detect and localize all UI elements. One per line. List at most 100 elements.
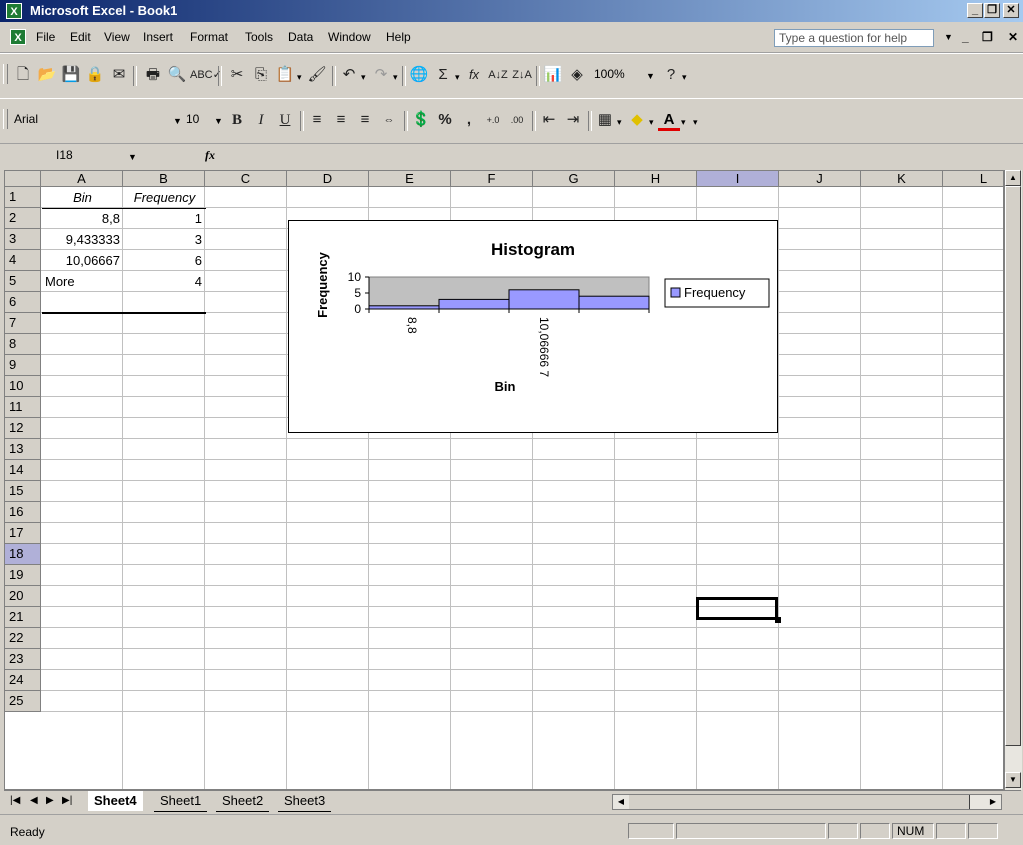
toolbar-grip[interactable] <box>3 109 8 129</box>
scroll-up-icon[interactable]: ▲ <box>1005 170 1021 186</box>
font-color-icon[interactable]: A <box>658 109 680 131</box>
fx-icon[interactable]: fx <box>205 148 215 163</box>
zoom-select[interactable]: 100% <box>590 65 648 85</box>
first-sheet-icon[interactable]: |◀ <box>10 795 20 806</box>
toolbar-grip[interactable] <box>3 64 8 84</box>
last-sheet-icon[interactable]: ▶| <box>62 795 72 806</box>
doc-minimize-icon[interactable]: _ <box>962 30 969 44</box>
open-icon[interactable]: 📂 <box>36 64 58 86</box>
drawing-icon[interactable]: ◈ <box>566 64 588 86</box>
insert-function-icon[interactable]: fx <box>463 64 485 86</box>
column-header-G[interactable]: G <box>533 171 615 187</box>
row-header-18[interactable]: 18 <box>5 544 41 565</box>
row-header-23[interactable]: 23 <box>5 649 41 670</box>
row-header-19[interactable]: 19 <box>5 565 41 586</box>
new-icon[interactable]: 🗋 <box>12 64 34 86</box>
excel-app-icon[interactable]: X <box>6 3 22 19</box>
hyperlink-icon[interactable]: 🌐 <box>408 64 430 86</box>
minimize-icon[interactable]: _ <box>967 3 983 18</box>
row-header-4[interactable]: 4 <box>5 250 41 271</box>
comma-style-icon[interactable]: , <box>458 109 480 131</box>
row-header-21[interactable]: 21 <box>5 607 41 628</box>
histogram-chart[interactable]: Histogram 10 5 0 8,8 10,06666 7 Frequency Bin Fr… <box>288 220 778 433</box>
row-header-25[interactable]: 25 <box>5 691 41 712</box>
toolbar-options-icon[interactable]: ▾ <box>693 117 698 128</box>
cell-A5[interactable]: More <box>42 272 123 292</box>
redo-dropdown-icon[interactable]: ▾ <box>393 72 398 83</box>
menu-data[interactable]: Data <box>288 30 313 44</box>
menu-file[interactable]: File <box>36 30 55 44</box>
print-icon[interactable]: 🖶 <box>142 64 164 86</box>
row-header-11[interactable]: 11 <box>5 397 41 418</box>
row-header-1[interactable]: 1 <box>5 187 41 208</box>
merge-center-icon[interactable]: ⇔ <box>378 109 400 131</box>
select-all-corner[interactable] <box>5 171 41 187</box>
row-header-8[interactable]: 8 <box>5 334 41 355</box>
cell-B5[interactable]: 4 <box>124 272 205 292</box>
save-icon[interactable]: 💾 <box>60 64 82 86</box>
row-header-13[interactable]: 13 <box>5 439 41 460</box>
increase-indent-icon[interactable]: ⇥ <box>562 109 584 131</box>
undo-icon[interactable]: ↶ <box>338 64 360 86</box>
cell-B3[interactable]: 3 <box>124 230 205 250</box>
row-header-9[interactable]: 9 <box>5 355 41 376</box>
font-size-select[interactable]: 10 <box>182 110 214 130</box>
percent-icon[interactable]: % <box>434 109 456 131</box>
tab-sheet2[interactable]: Sheet2 <box>216 791 270 812</box>
scroll-right-icon[interactable]: ▶ <box>985 795 1001 809</box>
paste-icon[interactable]: 📋 <box>274 64 296 86</box>
doc-close-icon[interactable]: ✕ <box>1008 30 1018 44</box>
column-header-B[interactable]: B <box>123 171 205 187</box>
tab-sheet3[interactable]: Sheet3 <box>278 791 332 812</box>
formula-input[interactable] <box>228 146 1018 166</box>
column-header-K[interactable]: K <box>861 171 943 187</box>
column-header-H[interactable]: H <box>615 171 697 187</box>
vertical-scrollbar[interactable]: ▲ ▼ <box>1004 170 1022 790</box>
horizontal-scrollbar[interactable]: ◀ ▶ <box>612 794 1002 810</box>
row-header-15[interactable]: 15 <box>5 481 41 502</box>
decrease-decimal-icon[interactable]: .00 <box>506 109 528 131</box>
column-header-A[interactable]: A <box>41 171 123 187</box>
currency-icon[interactable]: 💲 <box>410 109 432 131</box>
menu-window[interactable]: Window <box>328 30 371 44</box>
fill-color-icon[interactable]: ◆ <box>626 109 648 131</box>
column-header-J[interactable]: J <box>779 171 861 187</box>
cell-A1[interactable]: Bin <box>42 188 123 208</box>
menu-edit[interactable]: Edit <box>70 30 91 44</box>
redo-icon[interactable]: ↷ <box>370 64 392 86</box>
name-box[interactable]: I18 <box>10 146 110 166</box>
borders-icon[interactable]: ▦ <box>594 109 616 131</box>
align-center-icon[interactable]: ≡ <box>330 109 352 131</box>
row-header-24[interactable]: 24 <box>5 670 41 691</box>
row-header-7[interactable]: 7 <box>5 313 41 334</box>
column-header-C[interactable]: C <box>205 171 287 187</box>
scroll-down-icon[interactable]: ▼ <box>1005 772 1021 788</box>
italic-icon[interactable]: I <box>250 109 272 131</box>
row-header-2[interactable]: 2 <box>5 208 41 229</box>
column-header-F[interactable]: F <box>451 171 533 187</box>
menu-tools[interactable]: Tools <box>245 30 273 44</box>
menu-insert[interactable]: Insert <box>143 30 173 44</box>
chart-wizard-icon[interactable]: 📊 <box>542 64 564 86</box>
row-header-6[interactable]: 6 <box>5 292 41 313</box>
hscroll-thumb[interactable] <box>629 795 970 809</box>
tab-sheet4[interactable]: Sheet4 <box>88 791 143 811</box>
font-color-dropdown-icon[interactable]: ▾ <box>681 117 686 128</box>
underline-icon[interactable]: U <box>274 109 296 131</box>
cell-A3[interactable]: 9,433333 <box>42 230 123 250</box>
tab-sheet1[interactable]: Sheet1 <box>154 791 208 812</box>
toolbar-options-icon[interactable]: ▾ <box>682 72 687 83</box>
selected-cell-I18[interactable] <box>696 597 778 620</box>
row-header-17[interactable]: 17 <box>5 523 41 544</box>
scroll-thumb[interactable] <box>1005 186 1021 746</box>
undo-dropdown-icon[interactable]: ▾ <box>361 72 366 83</box>
decrease-indent-icon[interactable]: ⇤ <box>538 109 560 131</box>
row-header-20[interactable]: 20 <box>5 586 41 607</box>
row-header-5[interactable]: 5 <box>5 271 41 292</box>
paste-dropdown-icon[interactable]: ▾ <box>297 72 302 83</box>
bold-icon[interactable]: B <box>226 109 248 131</box>
cut-icon[interactable]: ✂ <box>226 64 248 86</box>
align-right-icon[interactable]: ≡ <box>354 109 376 131</box>
column-header-D[interactable]: D <box>287 171 369 187</box>
doc-restore-icon[interactable]: ❐ <box>982 30 993 44</box>
